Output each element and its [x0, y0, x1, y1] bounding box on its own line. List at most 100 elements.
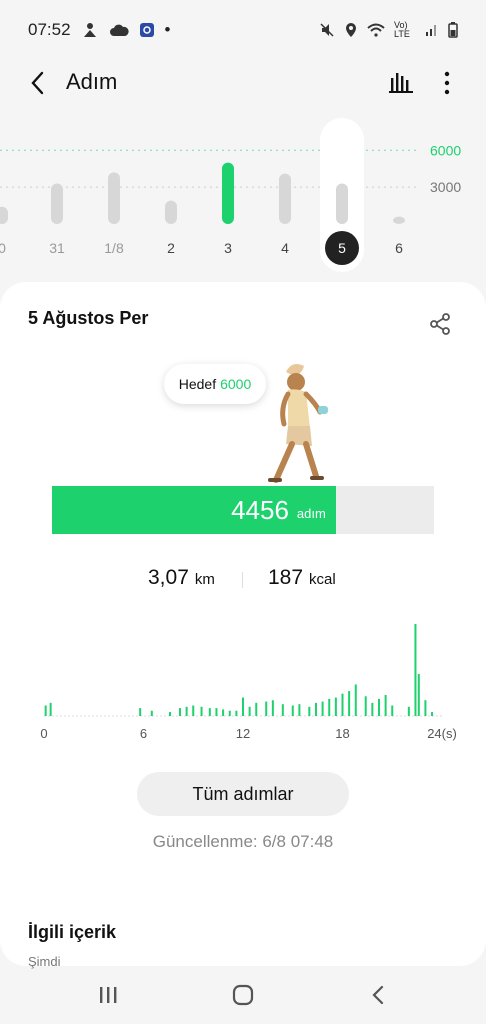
hour-bar — [391, 705, 394, 716]
hour-bar — [208, 708, 211, 716]
all-steps-button[interactable]: Tüm adımlar — [137, 772, 349, 816]
distance-value: 3,07 — [148, 566, 189, 589]
hour-tick-label: 0 — [40, 726, 47, 741]
lte-label: Vo) LTE — [394, 20, 410, 39]
more-options-icon[interactable] — [440, 70, 454, 96]
hour-bar — [354, 684, 357, 716]
navigation-bar — [0, 966, 486, 1024]
goal-bubble: Hedef 6000 — [164, 364, 266, 404]
hour-tick-label: 6 — [140, 726, 147, 741]
more-notifications-dot: • — [164, 20, 171, 39]
week-day-label: 3 — [224, 240, 232, 256]
week-bar — [393, 216, 405, 224]
hour-bar — [364, 696, 367, 716]
stats-divider — [242, 572, 243, 588]
week-bar — [279, 173, 291, 224]
week-bar — [336, 183, 348, 224]
day-detail-card: 5 Ağustos Per Hedef 6000 4456 adım 3,07 k… — [0, 282, 486, 969]
steps-progress-fill: 4456 adım — [52, 486, 336, 534]
hour-bar — [371, 702, 374, 716]
hour-bar — [169, 712, 172, 716]
hour-bar — [222, 709, 225, 716]
hour-bar — [321, 701, 324, 716]
location-icon — [346, 23, 356, 37]
hour-bar — [431, 712, 434, 716]
page-title: Adım — [66, 69, 118, 94]
hour-bar — [265, 701, 268, 716]
hour-bar — [308, 706, 311, 716]
week-day-label: 4 — [281, 240, 289, 256]
week-day-label: 6 — [395, 240, 403, 256]
hour-bar — [328, 698, 331, 716]
distance-stat: 3,07 km — [148, 566, 215, 590]
hour-bar — [334, 697, 337, 716]
hour-bar — [178, 708, 181, 716]
week-day-label: 2 — [167, 240, 175, 256]
stats-row: 3,07 km 187 kcal — [0, 566, 486, 596]
week-bar — [108, 172, 120, 224]
week-day-label: 5 — [338, 240, 346, 256]
goal-axis-label: 6000 — [430, 142, 461, 158]
hour-bar — [348, 691, 351, 716]
clock: 07:52 — [28, 20, 71, 39]
hour-bar — [248, 706, 251, 716]
hour-bar — [377, 698, 380, 716]
hour-bar — [414, 624, 417, 716]
goal-prefix: Hedef — [178, 376, 217, 392]
hour-bar — [242, 697, 244, 716]
hour-bar — [291, 705, 294, 716]
hour-bar — [255, 702, 258, 716]
wifi-icon — [367, 23, 385, 37]
notification-icon — [83, 23, 96, 37]
back-nav-icon[interactable] — [366, 982, 392, 1008]
hour-bar — [407, 706, 410, 716]
hour-bar — [341, 693, 344, 716]
week-bar — [0, 206, 8, 224]
hour-bar — [139, 708, 142, 716]
calories-unit: kcal — [309, 571, 336, 588]
recent-apps-icon[interactable] — [95, 982, 121, 1008]
goal-value: 6000 — [220, 376, 252, 392]
hour-tick-label: 24(s) — [427, 726, 457, 741]
mute-icon — [320, 23, 334, 37]
step-count: 4456 — [231, 494, 289, 525]
selected-date: 5 Ağustos Per — [28, 308, 149, 328]
week-day-label: 31 — [49, 240, 65, 256]
app-bar: Adım — [0, 60, 486, 106]
related-content-title: İlgili içerik — [28, 922, 117, 942]
status-bar: 07:52 • Vo) LTE — [0, 0, 486, 60]
week-day-label: 1/8 — [104, 240, 124, 256]
hourly-steps-chart: 0 6 12 18 24(s) — [40, 624, 457, 741]
hour-bar — [314, 702, 317, 716]
home-icon[interactable] — [230, 982, 256, 1008]
chart-view-icon[interactable] — [388, 70, 414, 94]
hour-tick-label: 18 — [335, 726, 349, 741]
hour-bar — [200, 706, 203, 716]
hour-bar — [281, 704, 284, 716]
hour-bar — [298, 704, 301, 716]
hour-bar — [424, 700, 427, 716]
back-arrow-icon[interactable] — [26, 68, 50, 98]
hour-tick-label: 12 — [236, 726, 250, 741]
hour-bar — [384, 694, 387, 716]
hour-bar — [185, 706, 188, 716]
week-bar — [51, 183, 63, 224]
week-bar — [222, 162, 234, 224]
battery-icon — [448, 22, 458, 38]
weekly-steps-chart: 6000 3000 0 31 1/8 2 3 4 5 6 — [0, 118, 461, 272]
calories-value: 187 — [268, 566, 304, 589]
hour-bar — [49, 702, 52, 716]
hour-bar — [215, 708, 218, 716]
week-bar — [165, 200, 177, 224]
share-icon[interactable] — [428, 312, 452, 336]
hour-bar — [192, 705, 195, 716]
step-unit: adım — [296, 505, 326, 521]
distance-unit: km — [194, 571, 215, 588]
mid-axis-label: 3000 — [430, 179, 461, 195]
hour-bar — [150, 710, 153, 716]
last-updated: Güncellenme: 6/8 07:48 — [152, 832, 334, 851]
hour-bar — [44, 705, 47, 716]
hour-bar — [271, 700, 274, 716]
week-day-label: 0 — [0, 240, 6, 256]
hour-bar — [417, 673, 420, 716]
